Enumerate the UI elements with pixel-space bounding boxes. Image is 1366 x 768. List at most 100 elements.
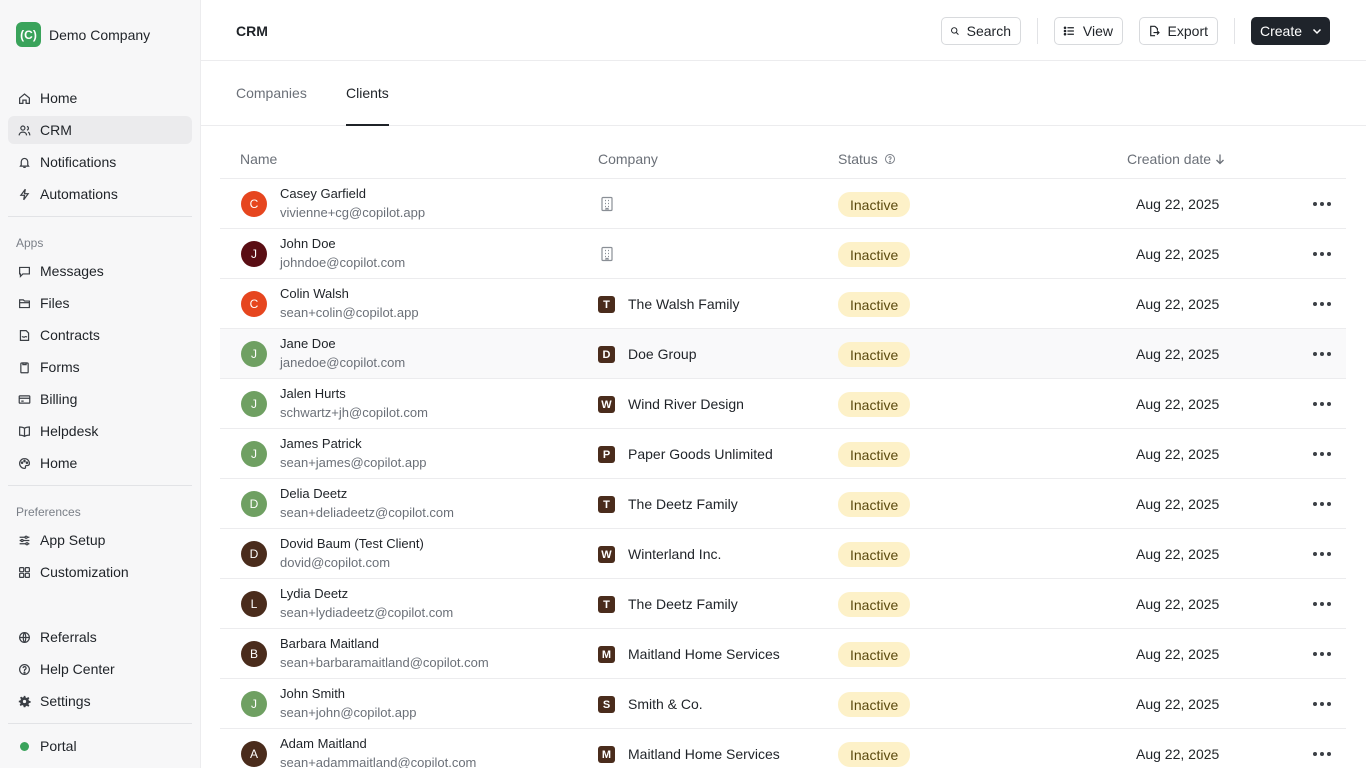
sidebar-item-helpdesk[interactable]: Helpdesk: [8, 417, 192, 445]
company-name[interactable]: Smith & Co.: [628, 696, 703, 712]
table-row[interactable]: D Dovid Baum (Test Client) dovid@copilot.c…: [220, 529, 1346, 579]
table-row[interactable]: J John Smith sean+john@copilot.app S Smith &…: [220, 679, 1346, 729]
client-name[interactable]: John Smith: [280, 686, 345, 701]
more-actions-button[interactable]: [1310, 744, 1334, 764]
company-name[interactable]: Maitland Home Services: [628, 746, 780, 762]
more-horizontal-icon: [1313, 402, 1331, 406]
table-row[interactable]: B Barbara Maitland sean+barbaramaitland@co…: [220, 629, 1346, 679]
client-name[interactable]: Barbara Maitland: [280, 636, 379, 651]
more-actions-button[interactable]: [1310, 344, 1334, 364]
sidebar-item-home[interactable]: Home: [8, 84, 192, 112]
column-header-name[interactable]: Name: [240, 151, 277, 167]
client-name[interactable]: John Doe: [280, 236, 336, 251]
sidebar-item-home-app[interactable]: Home: [8, 449, 192, 477]
more-actions-button[interactable]: [1310, 394, 1334, 414]
company-name[interactable]: Paper Goods Unlimited: [628, 446, 773, 462]
search-button[interactable]: Search: [941, 17, 1021, 45]
view-button[interactable]: View: [1054, 17, 1123, 45]
client-name[interactable]: Jane Doe: [280, 336, 336, 351]
sidebar-item-automations[interactable]: Automations: [8, 180, 192, 208]
portal-status-dot: [16, 738, 32, 754]
sidebar-item-settings[interactable]: Settings: [8, 687, 192, 715]
table-row[interactable]: L Lydia Deetz sean+lydiadeetz@copilot.com T…: [220, 579, 1346, 629]
company-badge: S: [598, 696, 615, 713]
chevron-down-icon: [1313, 28, 1322, 35]
table-row[interactable]: J John Doe johndoe@copilot.com Inactive Aug …: [220, 229, 1346, 279]
sidebar-item-contracts[interactable]: Contracts: [8, 321, 192, 349]
table-row[interactable]: A Adam Maitland sean+adammaitland@copilot.…: [220, 729, 1346, 768]
sidebar-item-files[interactable]: Files: [8, 289, 192, 317]
users-icon: [16, 122, 32, 138]
client-name[interactable]: Jalen Hurts: [280, 386, 346, 401]
sidebar-item-forms[interactable]: Forms: [8, 353, 192, 381]
table-row[interactable]: C Casey Garfield vivienne+cg@copilot.app In…: [220, 179, 1346, 229]
sidebar-item-referrals[interactable]: Referrals: [8, 623, 192, 651]
sidebar-item-label: App Setup: [40, 532, 106, 548]
client-name[interactable]: Colin Walsh: [280, 286, 349, 301]
column-header-company[interactable]: Company: [598, 151, 658, 167]
more-horizontal-icon: [1313, 552, 1331, 556]
table-row[interactable]: D Delia Deetz sean+deliadeetz@copilot.com T…: [220, 479, 1346, 529]
more-actions-button[interactable]: [1310, 694, 1334, 714]
company-name[interactable]: The Deetz Family: [628, 496, 738, 512]
sidebar-item-portal[interactable]: Portal: [8, 732, 192, 760]
column-header-status[interactable]: Status: [838, 151, 896, 167]
sidebar-item-customization[interactable]: Customization: [8, 558, 192, 586]
table-row[interactable]: J Jane Doe janedoe@copilot.com D Doe Group In…: [220, 329, 1346, 379]
client-name[interactable]: Lydia Deetz: [280, 586, 348, 601]
client-name[interactable]: Delia Deetz: [280, 486, 347, 501]
export-button[interactable]: Export: [1139, 17, 1218, 45]
sidebar-item-notifications[interactable]: Notifications: [8, 148, 192, 176]
company-name[interactable]: Doe Group: [628, 346, 696, 362]
building-icon: [598, 195, 616, 213]
sidebar-item-messages[interactable]: Messages: [8, 257, 192, 285]
company-badge: T: [598, 296, 615, 313]
more-actions-button[interactable]: [1310, 494, 1334, 514]
table-row[interactable]: J James Patrick sean+james@copilot.app P Pap…: [220, 429, 1346, 479]
sidebar-item-crm[interactable]: CRM: [8, 116, 192, 144]
sidebar-item-label: Billing: [40, 391, 78, 407]
table-row[interactable]: J Jalen Hurts schwartz+jh@copilot.com W Wind…: [220, 379, 1346, 429]
status-badge: Inactive: [838, 542, 911, 567]
company-name[interactable]: Maitland Home Services: [628, 646, 780, 662]
gear-icon: [16, 693, 32, 709]
table-row[interactable]: C Colin Walsh sean+colin@copilot.app T The W…: [220, 279, 1346, 329]
more-horizontal-icon: [1313, 752, 1331, 756]
info-icon[interactable]: [884, 153, 896, 165]
avatar: J: [241, 441, 267, 467]
creation-date: Aug 22, 2025: [1136, 746, 1220, 762]
client-name[interactable]: Adam Maitland: [280, 736, 367, 751]
more-actions-button[interactable]: [1310, 244, 1334, 264]
more-actions-button[interactable]: [1310, 644, 1334, 664]
sidebar-item-app-setup[interactable]: App Setup: [8, 526, 192, 554]
client-name[interactable]: Casey Garfield: [280, 186, 366, 201]
sliders-icon: [16, 532, 32, 548]
client-email: sean+adammaitland@copilot.com: [280, 755, 477, 768]
company-name[interactable]: The Walsh Family: [628, 296, 740, 312]
more-actions-button[interactable]: [1310, 594, 1334, 614]
company-name[interactable]: The Deetz Family: [628, 596, 738, 612]
creation-date: Aug 22, 2025: [1136, 396, 1220, 412]
workspace-switcher[interactable]: (C) Demo Company: [16, 22, 150, 47]
create-button[interactable]: Create: [1251, 17, 1330, 45]
list-icon: [1063, 26, 1074, 36]
avatar: J: [241, 341, 267, 367]
column-header-creation-date[interactable]: Creation date: [1127, 151, 1226, 167]
more-actions-button[interactable]: [1310, 444, 1334, 464]
more-actions-button[interactable]: [1310, 294, 1334, 314]
creation-date: Aug 22, 2025: [1136, 346, 1220, 362]
more-actions-button[interactable]: [1310, 194, 1334, 214]
tab-clients[interactable]: Clients: [346, 85, 389, 101]
client-name[interactable]: James Patrick: [280, 436, 362, 451]
status-badge: Inactive: [838, 342, 911, 367]
company-name[interactable]: Winterland Inc.: [628, 546, 721, 562]
more-actions-button[interactable]: [1310, 544, 1334, 564]
tab-companies[interactable]: Companies: [236, 85, 307, 101]
client-name[interactable]: Dovid Baum (Test Client): [280, 536, 424, 551]
sidebar-item-billing[interactable]: Billing: [8, 385, 192, 413]
sidebar-item-help-center[interactable]: Help Center: [8, 655, 192, 683]
client-email: sean+john@copilot.app: [280, 705, 417, 720]
status-badge: Inactive: [838, 692, 911, 717]
search-icon: [951, 27, 959, 35]
company-name[interactable]: Wind River Design: [628, 396, 744, 412]
